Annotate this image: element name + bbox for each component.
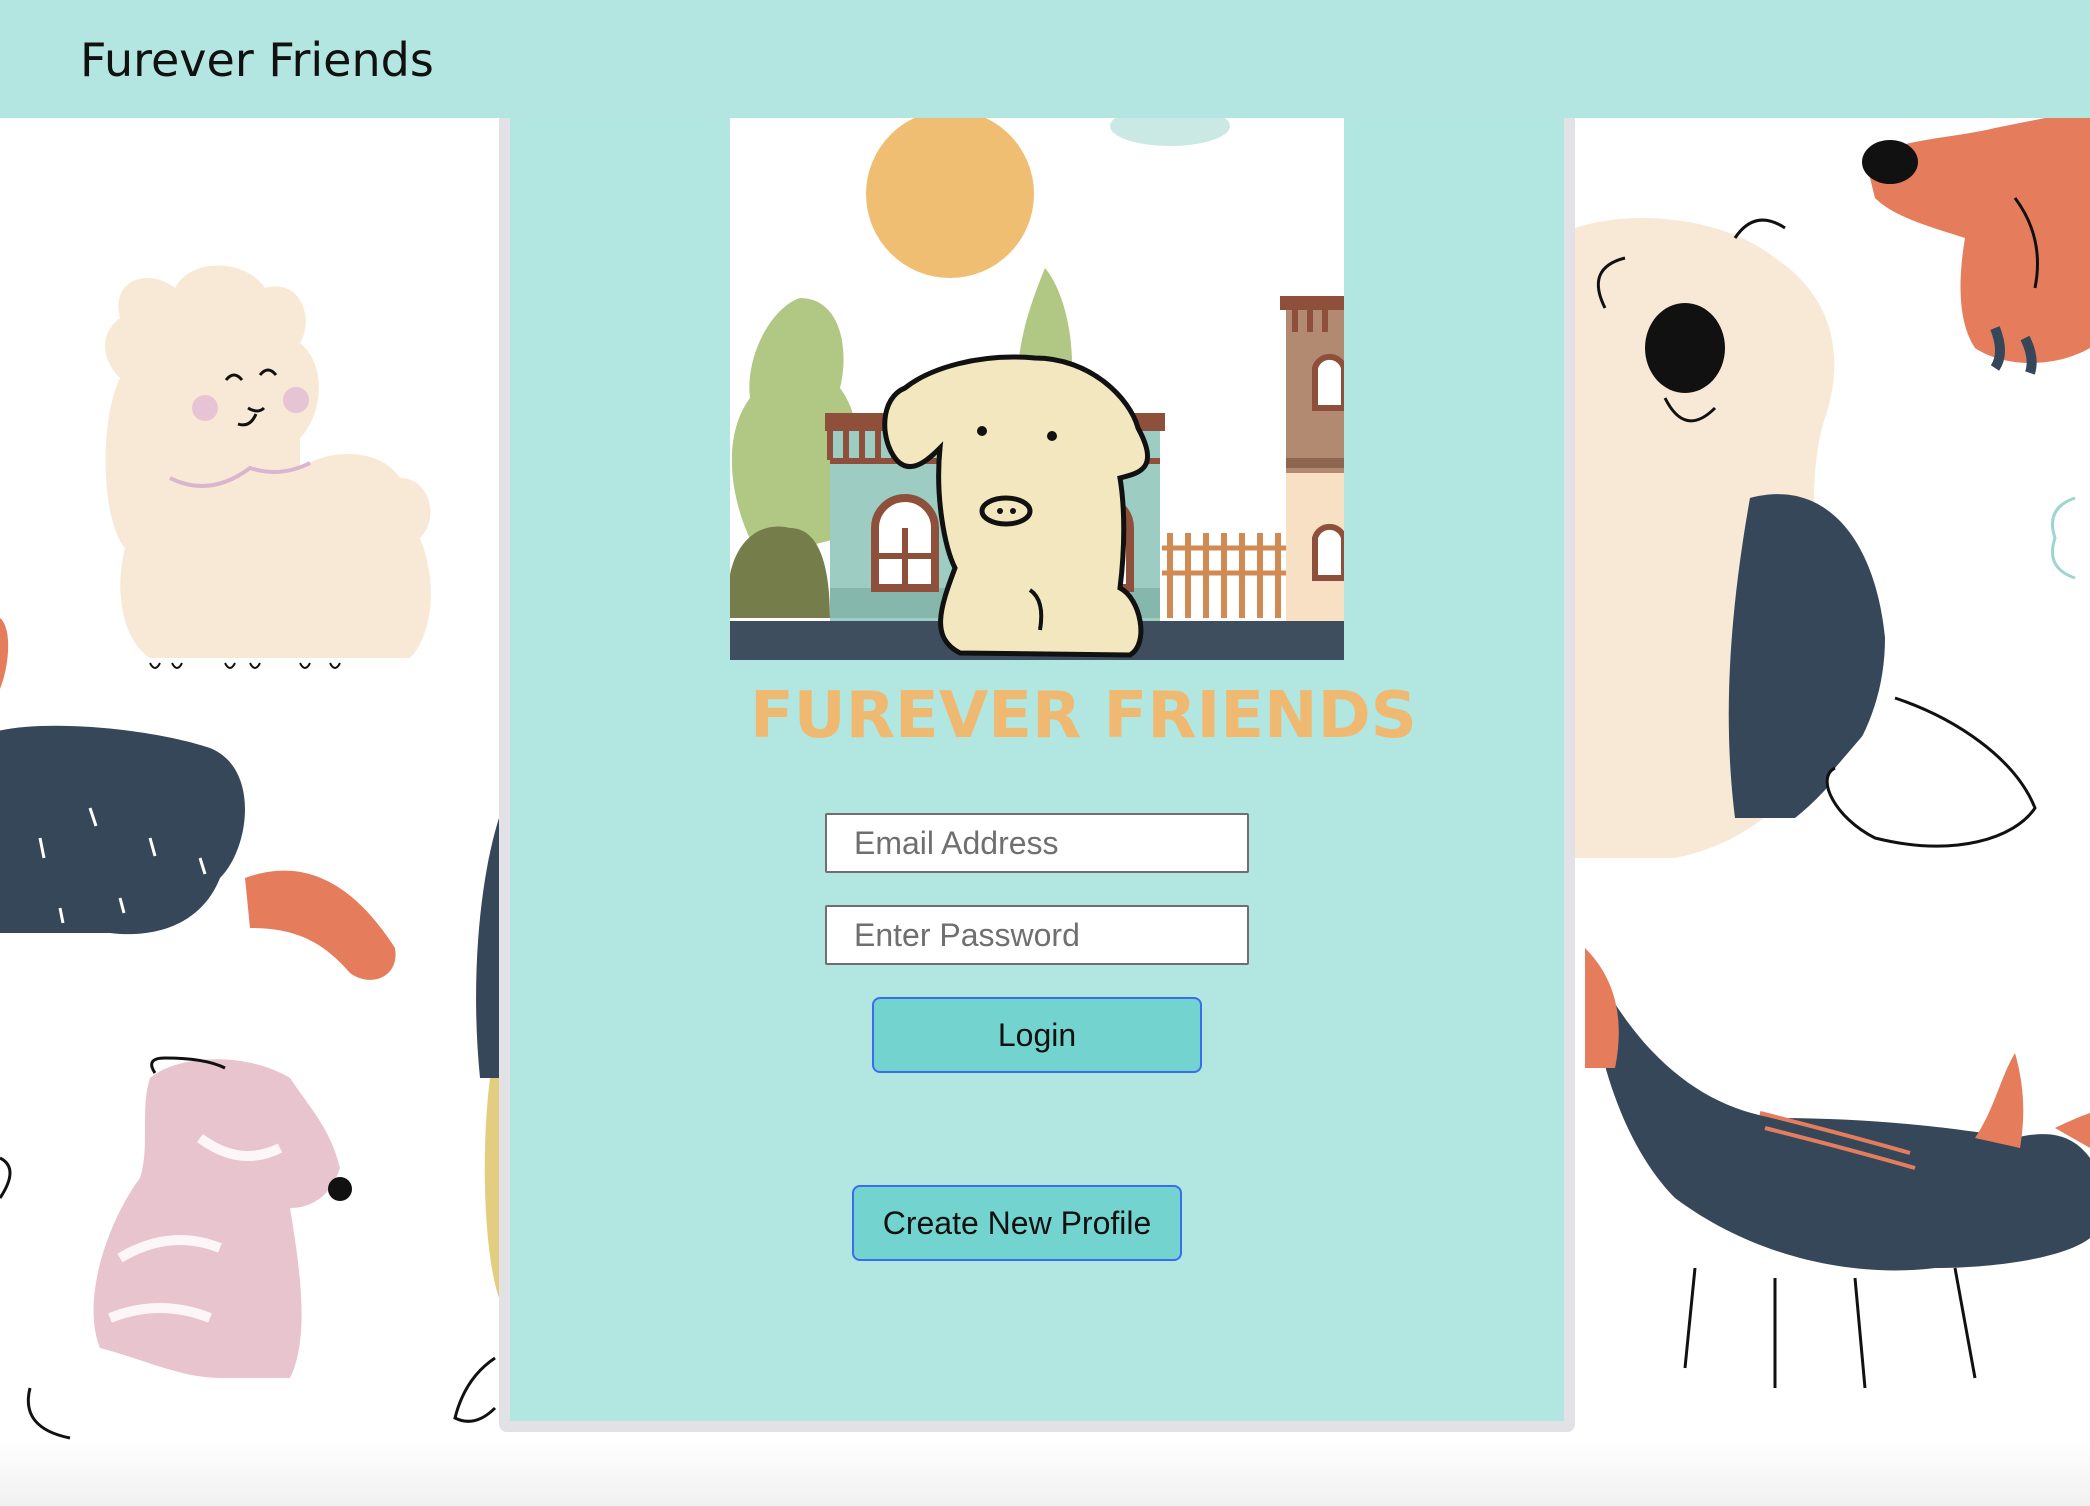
- partial-dog-illustration: [453, 818, 499, 1423]
- login-button[interactable]: Login: [872, 997, 1202, 1073]
- hero-illustration: [730, 118, 1344, 660]
- left-dog-illustrations: [0, 118, 499, 1440]
- right-dog-illustrations: [1575, 118, 2090, 1440]
- cream-dog-illustration: [105, 265, 431, 669]
- create-profile-button[interactable]: Create New Profile: [852, 1185, 1182, 1261]
- brand-title[interactable]: Furever Friends: [80, 30, 434, 90]
- password-input[interactable]: [825, 905, 1249, 965]
- navbar: Furever Friends: [0, 0, 2090, 118]
- running-dog-illustration: [1585, 948, 2090, 1389]
- tower-illustration: [1280, 296, 1344, 623]
- orange-dog-illustration: [1862, 118, 2090, 375]
- email-input[interactable]: [825, 813, 1249, 873]
- logo-text: FUREVER FRIENDS: [750, 679, 1417, 753]
- pink-dog-illustration: [0, 1056, 352, 1440]
- dark-dog-illustration: [0, 618, 396, 980]
- page-bottom: [0, 1440, 2090, 1506]
